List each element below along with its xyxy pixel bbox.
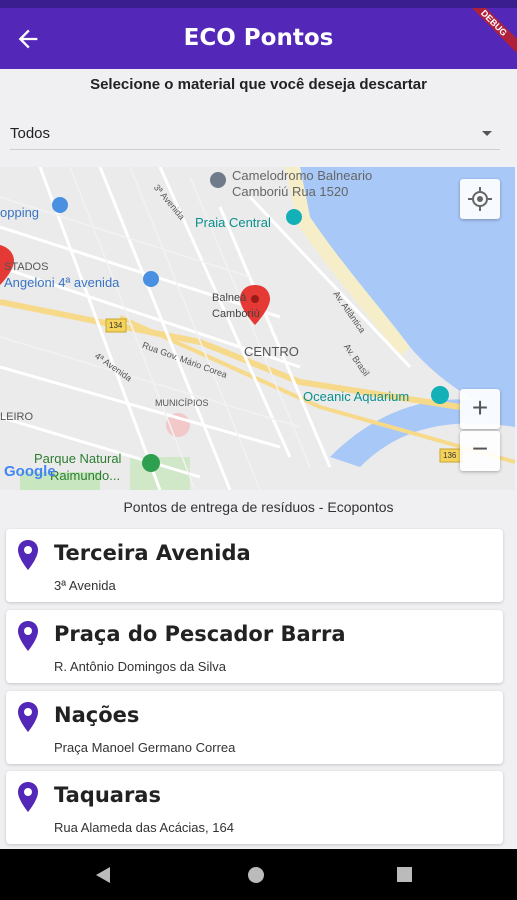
map-label: LEIRO	[0, 411, 34, 423]
map-label: Praia Central	[195, 215, 271, 230]
map-label: STADOS	[4, 261, 49, 273]
item-name: Terceira Avenida	[54, 541, 251, 565]
my-location-icon	[468, 187, 492, 211]
material-dropdown[interactable]: Todos	[10, 116, 500, 150]
list-item[interactable]: Praça do Pescador Barra R. Antônio Domin…	[6, 610, 503, 683]
list-heading: Pontos de entrega de resíduos - Ecoponto…	[123, 499, 394, 515]
route-shield-label: 136	[443, 451, 457, 460]
route-shield-label: 134	[109, 321, 123, 330]
map-label: Angeloni 4ª avenida	[4, 275, 120, 290]
item-name: Nações	[54, 703, 140, 727]
item-address: R. Antônio Domingos da Silva	[54, 659, 226, 674]
item-address: Praça Manoel Germano Correa	[54, 740, 236, 755]
list-item[interactable]: Terceira Avenida 3ª Avenida	[6, 529, 503, 602]
nav-back-icon[interactable]	[94, 865, 112, 885]
app-bar: ECO Pontos DEBUG	[0, 8, 517, 69]
location-pin-icon	[18, 782, 38, 812]
zoom-out-button[interactable]: −	[460, 431, 500, 471]
my-location-button[interactable]	[460, 179, 500, 219]
map-label: opping	[0, 205, 40, 220]
list-item[interactable]: Nações Praça Manoel Germano Correa	[6, 691, 503, 764]
debug-banner: DEBUG	[457, 8, 517, 68]
item-name: Praça do Pescador Barra	[54, 622, 346, 646]
nav-recents-icon[interactable]	[396, 866, 413, 883]
location-pin-icon	[18, 621, 38, 651]
map-label: Balneá	[212, 292, 247, 304]
item-name: Taquaras	[54, 783, 161, 807]
system-nav-bar	[0, 849, 517, 900]
map-label: Camboriú	[212, 308, 260, 320]
dropdown-value: Todos	[10, 125, 51, 142]
status-bar	[0, 0, 517, 8]
map-view[interactable]: Camelodromo Balneario Camboriú Rua 1520 …	[0, 167, 515, 490]
map-label: Camelodromo Balneario	[232, 168, 373, 183]
page-title: ECO Pontos	[183, 25, 334, 51]
item-address: 3ª Avenida	[54, 578, 116, 593]
zoom-in-button[interactable]: +	[460, 389, 500, 429]
map-label: Camboriú Rua 1520	[232, 184, 349, 199]
map-label: Raimundo...	[50, 468, 121, 483]
map-label: CENTRO	[244, 344, 299, 359]
filter-prompt: Selecione o material que você deseja des…	[90, 76, 427, 93]
nav-home-icon[interactable]	[246, 865, 266, 885]
google-logo: Google	[4, 463, 56, 480]
location-pin-icon	[18, 540, 38, 570]
map-label: MUNICÍPIOS	[155, 398, 209, 408]
item-address: Rua Alameda das Acácias, 164	[54, 820, 234, 835]
chevron-down-icon	[482, 131, 492, 136]
list-item[interactable]: Taquaras Rua Alameda das Acácias, 164	[6, 771, 503, 844]
map-label: Oceanic Aquarium	[303, 389, 410, 404]
location-pin-icon	[18, 702, 38, 732]
